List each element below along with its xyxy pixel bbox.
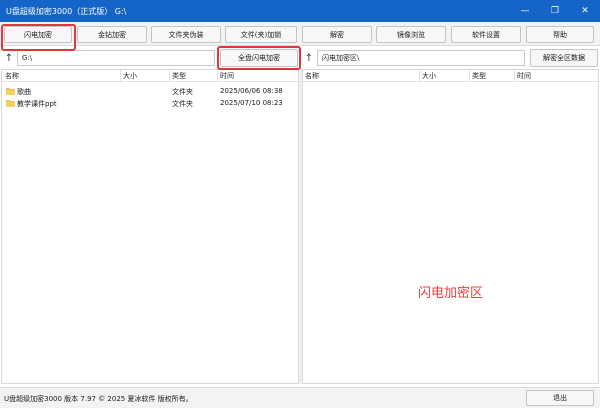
highlight-flash-encrypt [1,24,76,51]
right-path-row: ↑ 闪电加密区\ 解密全区数据 [300,49,600,67]
folder-icon [6,100,15,107]
left-col-name[interactable]: 名称 [5,71,19,81]
highlight-full-disk-encrypt [217,46,301,70]
restore-button[interactable]: ❐ [540,0,570,22]
file-row[interactable]: 歌曲 文件夹 2025/06/06 08:38 [2,86,298,97]
left-path-field[interactable]: G:\ [17,50,215,66]
status-text: U盘超级加密3000 版本 7.97 © 2025 夏冰软件 版权所有。 [4,395,193,403]
file-type: 文件夹 [172,88,193,96]
file-name: 歌曲 [17,88,31,96]
minimize-button[interactable]: — [510,0,540,22]
exit-button[interactable]: 退出 [526,390,594,406]
software-settings-button[interactable]: 软件设置 [451,26,521,43]
flash-zone-watermark: 闪电加密区 [417,286,483,301]
file-lock-button[interactable]: 文件(夹)加锁 [225,26,297,43]
right-col-type[interactable]: 类型 [472,71,486,81]
right-col-name[interactable]: 名称 [305,71,319,81]
main-toolbar: 闪电加密 金钻加密 文件夹伪装 文件(夹)加锁 解密 镜像浏览 软件设置 帮助 [0,22,600,46]
file-time: 2025/07/10 08:23 [220,99,283,107]
right-col-time[interactable]: 时间 [517,71,531,81]
folder-icon [6,88,15,95]
left-file-pane[interactable]: 名称 大小 类型 时间 歌曲 文件夹 2025/06/06 08:38 教学课件… [1,69,299,384]
left-column-header: 名称 大小 类型 时间 [2,70,298,82]
right-col-size[interactable]: 大小 [422,71,436,81]
help-button[interactable]: 帮助 [526,26,594,43]
decrypt-all-data-button[interactable]: 解密全区数据 [530,49,598,67]
window-title: U盘超级加密3000（正式版） G:\ [6,7,127,16]
title-bar: U盘超级加密3000（正式版） G:\ — ❐ ✕ [0,0,600,22]
file-time: 2025/06/06 08:38 [220,87,283,95]
right-up-arrow-icon[interactable]: ↑ [302,50,316,66]
left-col-size[interactable]: 大小 [123,71,137,81]
left-col-type[interactable]: 类型 [172,71,186,81]
right-path-field[interactable]: 闪电加密区\ [317,50,525,66]
status-bar: U盘超级加密3000 版本 7.97 © 2025 夏冰软件 版权所有。 退出 [0,387,600,408]
close-button[interactable]: ✕ [570,0,600,22]
left-up-arrow-icon[interactable]: ↑ [2,50,16,66]
file-name: 教学课件ppt [17,100,57,108]
diamond-encrypt-button[interactable]: 金钻加密 [77,26,147,43]
left-col-time[interactable]: 时间 [220,71,234,81]
right-column-header: 名称 大小 类型 时间 [303,70,598,82]
decrypt-button[interactable]: 解密 [302,26,372,43]
folder-disguise-button[interactable]: 文件夹伪装 [151,26,221,43]
file-type: 文件夹 [172,100,193,108]
close-icon: ✕ [581,6,589,16]
restore-icon: ❐ [550,6,560,16]
right-file-pane[interactable]: 名称 大小 类型 时间 闪电加密区 [302,69,599,384]
file-row[interactable]: 教学课件ppt 文件夹 2025/07/10 08:23 [2,98,298,109]
minimize-icon: — [520,6,530,16]
mirror-browse-button[interactable]: 镜像浏览 [376,26,446,43]
